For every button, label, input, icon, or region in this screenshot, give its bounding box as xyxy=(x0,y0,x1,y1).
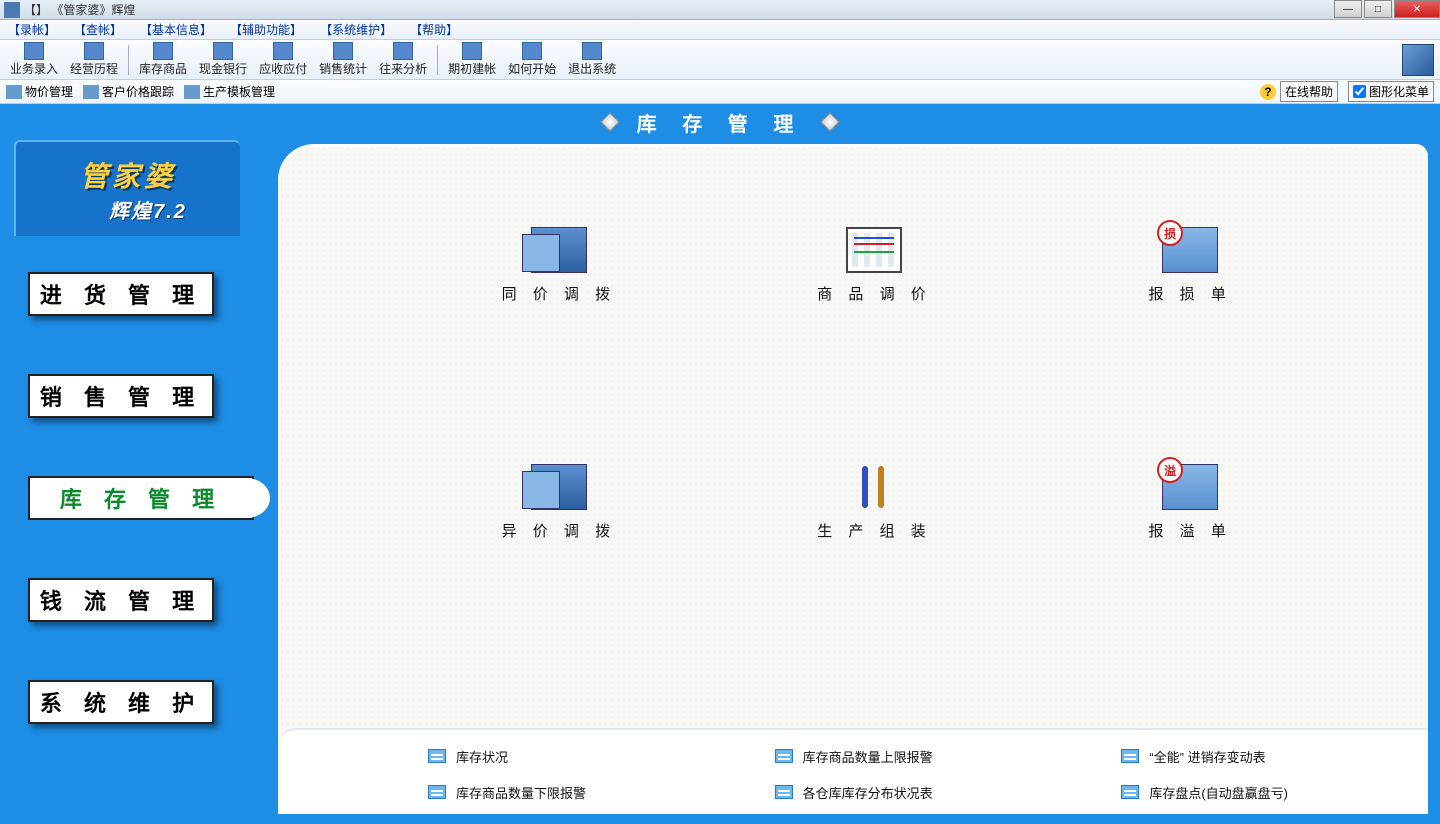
content-panel: 同 价 调 拨 商 品 调 价 报 损 单 异 价 调 拨 生 产 组 装 报 … xyxy=(278,144,1428,814)
menu-aux[interactable]: 【辅助功能】 xyxy=(230,21,302,38)
bottom-link-bar: 库存状况 库存商品数量上限报警 “全能” 进销存变动表 库存商品数量下限报警 各… xyxy=(278,728,1428,814)
func-loss-report[interactable]: 报 损 单 xyxy=(1148,227,1231,304)
table-icon xyxy=(428,785,446,799)
contact-analysis-icon xyxy=(393,42,413,60)
link-full-change-report[interactable]: “全能” 进销存变动表 xyxy=(1121,744,1388,768)
brand-logo: 管家婆 辉煌7.2 xyxy=(14,140,240,236)
minimize-button[interactable]: — xyxy=(1334,0,1362,18)
window-titlebar: 【】 《管家婆》辉煌 — □ ✕ xyxy=(0,0,1440,20)
inventory-icon xyxy=(153,42,173,60)
page-title: 库 存 管 理 xyxy=(637,108,804,137)
exit-icon xyxy=(582,42,602,60)
link-lower-limit-alarm[interactable]: 库存商品数量下限报警 xyxy=(428,780,695,804)
close-button[interactable]: ✕ xyxy=(1394,0,1440,18)
graphic-menu-checkbox[interactable] xyxy=(1353,85,1366,98)
menu-query[interactable]: 【查帐】 xyxy=(74,21,122,38)
table-icon xyxy=(1121,785,1139,799)
link-upper-limit-alarm[interactable]: 库存商品数量上限报警 xyxy=(775,744,1042,768)
maximize-button[interactable]: □ xyxy=(1364,0,1392,18)
warehouse-transfer-icon xyxy=(531,227,587,273)
app-icon xyxy=(4,2,20,18)
tool-receivable[interactable]: 应收应付 xyxy=(253,40,313,79)
warehouse-transfer-icon xyxy=(531,464,587,510)
tool-history[interactable]: 经营历程 xyxy=(64,40,124,79)
table-icon xyxy=(1121,749,1139,763)
price-chart-icon xyxy=(846,227,902,273)
subtool-customer-price-track[interactable]: 客户价格跟踪 xyxy=(83,83,174,100)
menu-system[interactable]: 【系统维护】 xyxy=(320,21,392,38)
sub-toolbar: 物价管理 客户价格跟踪 生产模板管理 ? 在线帮助 图形化菜单 xyxy=(0,80,1440,104)
subtool-price-manage[interactable]: 物价管理 xyxy=(6,83,73,100)
how-to-start-icon xyxy=(522,42,542,60)
tool-inventory[interactable]: 库存商品 xyxy=(133,40,193,79)
func-diff-price-transfer[interactable]: 异 价 调 拨 xyxy=(502,464,617,541)
production-template-icon xyxy=(184,85,200,99)
subtool-production-template[interactable]: 生产模板管理 xyxy=(184,83,275,100)
tool-initial-setup[interactable]: 期初建帐 xyxy=(442,40,502,79)
main-area: 库 存 管 理 管家婆 辉煌7.2 进 货 管 理 销 售 管 理 库 存 管 … xyxy=(0,104,1440,824)
function-grid: 同 价 调 拨 商 品 调 价 报 损 单 异 价 调 拨 生 产 组 装 报 … xyxy=(401,227,1348,541)
table-icon xyxy=(775,749,793,763)
graphic-menu-toggle[interactable]: 图形化菜单 xyxy=(1348,81,1434,102)
menu-help[interactable]: 【帮助】 xyxy=(410,21,458,38)
main-toolbar: 业务录入 经营历程 库存商品 现金银行 应收应付 销售统计 往来分析 期初建帐 … xyxy=(0,40,1440,80)
menu-record[interactable]: 【录帐】 xyxy=(8,21,56,38)
table-icon xyxy=(428,749,446,763)
toolbar-separator xyxy=(437,45,438,75)
side-nav: 进 货 管 理 销 售 管 理 库 存 管 理 钱 流 管 理 系 统 维 护 xyxy=(14,236,240,724)
tool-how-to-start[interactable]: 如何开始 xyxy=(502,40,562,79)
tool-sales-stats[interactable]: 销售统计 xyxy=(313,40,373,79)
func-price-adjust[interactable]: 商 品 调 价 xyxy=(817,227,932,304)
nav-sales[interactable]: 销 售 管 理 xyxy=(28,374,214,418)
sales-stats-icon xyxy=(333,42,353,60)
func-production-assembly[interactable]: 生 产 组 装 xyxy=(817,464,932,541)
menu-bar: 【录帐】 【查帐】 【基本信息】 【辅助功能】 【系统维护】 【帮助】 xyxy=(0,20,1440,40)
decoration-diamond-icon xyxy=(820,112,840,132)
logo-line2: 辉煌7.2 xyxy=(109,195,187,224)
nav-inventory[interactable]: 库 存 管 理 xyxy=(28,476,254,520)
link-warehouse-distribution[interactable]: 各仓库库存分布状况表 xyxy=(775,780,1042,804)
logo-line1: 管家婆 xyxy=(80,155,176,195)
menu-basic-info[interactable]: 【基本信息】 xyxy=(140,21,212,38)
receivable-icon xyxy=(273,42,293,60)
loss-icon xyxy=(1162,227,1218,273)
window-title: 【】 《管家婆》辉煌 xyxy=(24,1,135,18)
brand-cube-icon xyxy=(1402,44,1434,76)
online-help-button[interactable]: 在线帮助 xyxy=(1280,81,1338,102)
nav-system[interactable]: 系 统 维 护 xyxy=(28,680,214,724)
func-overflow-report[interactable]: 报 溢 单 xyxy=(1148,464,1231,541)
tool-exit[interactable]: 退出系统 xyxy=(562,40,622,79)
toolbar-separator xyxy=(128,45,129,75)
tool-business-entry[interactable]: 业务录入 xyxy=(4,40,64,79)
history-icon xyxy=(84,42,104,60)
func-same-price-transfer[interactable]: 同 价 调 拨 xyxy=(502,227,617,304)
link-inventory-status[interactable]: 库存状况 xyxy=(428,744,695,768)
main-header: 库 存 管 理 xyxy=(0,104,1440,140)
cash-bank-icon xyxy=(213,42,233,60)
customer-price-icon xyxy=(83,85,99,99)
help-icon: ? xyxy=(1260,84,1276,100)
link-stocktaking[interactable]: 库存盘点(自动盘赢盘亏) xyxy=(1121,780,1388,804)
tool-contact-analysis[interactable]: 往来分析 xyxy=(373,40,433,79)
tool-cash-bank[interactable]: 现金银行 xyxy=(193,40,253,79)
nav-purchase[interactable]: 进 货 管 理 xyxy=(28,272,214,316)
nav-cashflow[interactable]: 钱 流 管 理 xyxy=(28,578,214,622)
decoration-diamond-icon xyxy=(600,112,620,132)
tools-icon xyxy=(846,464,902,510)
side-panel: 管家婆 辉煌7.2 进 货 管 理 销 售 管 理 库 存 管 理 钱 流 管 … xyxy=(14,140,254,810)
initial-setup-icon xyxy=(462,42,482,60)
overflow-icon xyxy=(1162,464,1218,510)
price-manage-icon xyxy=(6,85,22,99)
table-icon xyxy=(775,785,793,799)
business-entry-icon xyxy=(24,42,44,60)
